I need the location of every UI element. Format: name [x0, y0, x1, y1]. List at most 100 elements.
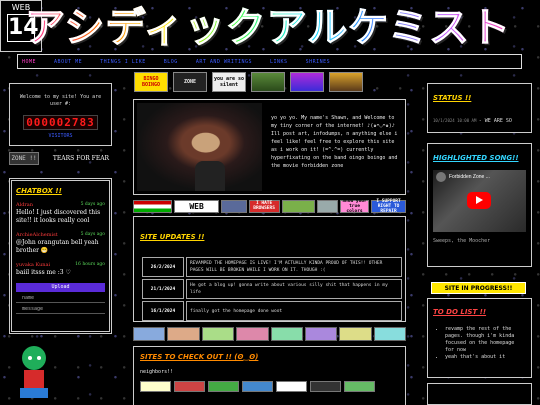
stripe-badge[interactable]: [270, 327, 303, 341]
neighbor-button[interactable]: [174, 381, 205, 392]
song-caption: Sweeps, the Moocher: [433, 238, 491, 244]
neighbor-button[interactable]: [276, 381, 307, 392]
update-date: 21/1/2024: [142, 279, 184, 299]
purple-badge[interactable]: [290, 72, 324, 92]
silent-badge[interactable]: you are so silent: [212, 72, 246, 92]
name-input[interactable]: name: [16, 294, 105, 303]
update-date: 16/1/2024: [142, 301, 184, 321]
list-item: revamp the rest of the pages. though i'm…: [445, 326, 526, 354]
site-updates-box: SITE UPDATES !! 26/2/2024 REVAMPED THE H…: [133, 216, 406, 322]
list-item: yeah that's about it: [445, 354, 526, 361]
web-badge[interactable]: WEB: [173, 199, 220, 213]
chatbox-title: CHATBOX !!: [16, 187, 62, 195]
intro-box: yo yo yo. My name's Shawn, and Welcome t…: [133, 99, 406, 195]
chat-message: Aldran 5 days ago Hello! I just discover…: [16, 201, 105, 225]
game-badge[interactable]: [251, 72, 285, 92]
stripe-badge[interactable]: [339, 327, 372, 341]
hit-counter: 000002783: [23, 115, 98, 130]
main-nav: HOME ABOUT ME THINGS I LIKE BLOG ART AND…: [17, 54, 522, 69]
flag-badge[interactable]: [133, 199, 172, 213]
neighbor-button[interactable]: [208, 381, 239, 392]
stripe-badge[interactable]: [167, 327, 200, 341]
grey-badge[interactable]: [316, 199, 338, 213]
bingo-boingo-badge[interactable]: BINGO BOINGO: [134, 72, 168, 92]
neighbors-label: neighbors!!: [140, 369, 174, 375]
stripe-badge[interactable]: [236, 327, 269, 341]
table-row: 16/1/2024 finally got the homepage done …: [142, 301, 402, 321]
todo-box: TO DO LIST !! revamp the rest of the pag…: [427, 298, 532, 378]
nav-shrines[interactable]: SHRINES: [302, 59, 345, 65]
message-input[interactable]: message: [16, 305, 105, 314]
nav-about-me[interactable]: ABOUT ME: [50, 59, 96, 65]
play-icon[interactable]: [467, 192, 491, 209]
channel-avatar: [436, 172, 446, 182]
zone-badge[interactable]: ZONE: [173, 72, 207, 92]
status-text: - WE ARE SO: [478, 118, 512, 124]
green-badge[interactable]: [281, 199, 315, 213]
stripe-badge[interactable]: [133, 327, 166, 341]
chat-message: yuvaka Kunai 16 hours ago baiil itsss me…: [16, 261, 105, 277]
chat-time: 16 hours ago: [75, 262, 105, 267]
update-text: finally got the homepage done woot: [186, 301, 402, 321]
site-updates-title: SITE UPDATES !!: [140, 233, 205, 241]
neighbor-button[interactable]: [344, 381, 375, 392]
status-line: 10/1/2024 10:00 AM - WE ARE SO: [433, 118, 526, 124]
welcome-text: Welcome to my site! You are user #:: [19, 94, 102, 107]
chat-text: @John orangutan bell yeah brother 😁: [16, 239, 99, 254]
chat-time: 5 days ago: [80, 202, 105, 207]
table-row: 21/1/2024 He got a blog up! gonna write …: [142, 279, 402, 299]
nav-things-i-like[interactable]: THINGS I LIKE: [96, 59, 160, 65]
stripe-badge[interactable]: [373, 327, 406, 341]
highlighted-song-title: HIGHLIGHTED SONG!!: [433, 154, 519, 162]
profile-photo: [137, 103, 262, 191]
nav-blog[interactable]: BLOG: [160, 59, 192, 65]
table-row: 26/2/2024 REVAMPED THE HOMEPAGE IS LIVE!…: [142, 257, 402, 277]
todo-list: revamp the rest of the pages. though i'm…: [433, 326, 526, 361]
neighbor-buttons: [140, 381, 399, 392]
nav-links[interactable]: LINKS: [266, 59, 302, 65]
youtube-embed[interactable]: Forbidden Zone ...: [433, 170, 526, 232]
sites-title: SITES TO CHECK OUT !! (ʘ‿ʘ): [140, 353, 259, 361]
nav-art-and-writings[interactable]: ART AND WRITINGS: [192, 59, 266, 65]
chat-text: Hello! I just discovered this site!! it …: [16, 209, 101, 224]
chat-time: 5 days ago: [80, 232, 105, 237]
update-text: REVAMPED THE HOMEPAGE IS LIVE! I'M ACTUA…: [186, 257, 402, 277]
status-date: 10/1/2024 10:00 AM: [433, 118, 477, 123]
stripe-badge[interactable]: [304, 327, 338, 341]
neighbor-button[interactable]: [140, 381, 171, 392]
updates-table: 26/2/2024 REVAMPED THE HOMEPAGE IS LIVE!…: [140, 255, 404, 321]
hate-browsers-badge[interactable]: I HATE BROWSERS: [248, 199, 280, 213]
neighbor-button[interactable]: [242, 381, 273, 392]
web-button-bar: WEB I HATE BROWSERS Show your true color…: [133, 199, 406, 214]
visitors-label: VISITORS: [48, 133, 73, 139]
stripe-badge[interactable]: [201, 327, 235, 341]
badge-stripe: [133, 327, 406, 341]
site-in-progress-banner: SITE IN PROGRESS!!: [431, 282, 526, 294]
chat-message: ArchieAlchemist 5 days ago @John orangut…: [16, 231, 105, 255]
todo-title: TO DO LIST !!: [433, 308, 487, 316]
welcome-box: Welcome to my site! You are user #: 0000…: [9, 83, 112, 146]
video-title: Forbidden Zone ...: [449, 174, 490, 180]
tears-for-fears-button[interactable]: TEARS FOR FEAR: [50, 152, 112, 165]
status-box: STATUS !! 10/1/2024 10:00 AM - WE ARE SO: [427, 83, 532, 133]
upload-button[interactable]: Upload: [16, 283, 105, 292]
nav-home[interactable]: HOME: [18, 59, 50, 65]
neighbor-button[interactable]: [310, 381, 341, 392]
orange-badge[interactable]: [329, 72, 363, 92]
mascot-image: [12, 342, 56, 402]
sites-box: SITES TO CHECK OUT !! (ʘ‿ʘ) neighbors!!: [133, 346, 406, 405]
status-title: STATUS !!: [433, 94, 472, 102]
show-colors-badge[interactable]: Show your true colors: [339, 199, 370, 214]
update-text: He got a blog up! gonna write about vari…: [186, 279, 402, 299]
small-badge[interactable]: [221, 199, 247, 213]
chatbox: CHATBOX !! Aldran 5 days ago Hello! I ju…: [9, 178, 112, 334]
chat-text: baiil itsss me :3 ♡: [16, 269, 71, 276]
update-date: 26/2/2024: [142, 257, 184, 277]
badge-row: BINGO BOINGO ZONE you are so silent: [134, 72, 363, 92]
intro-text: yo yo yo. My name's Shawn, and Welcome t…: [271, 115, 398, 169]
highlighted-song-box: HIGHLIGHTED SONG!! Forbidden Zone ... Sw…: [427, 143, 532, 267]
site-title: アシディックアルケミスト: [25, 6, 517, 51]
bottom-right-box: [427, 383, 532, 405]
zone-button[interactable]: ZONE !!: [9, 152, 39, 165]
right-to-repair-badge[interactable]: I SUPPORT RIGHT TO REPAIR: [371, 199, 406, 214]
